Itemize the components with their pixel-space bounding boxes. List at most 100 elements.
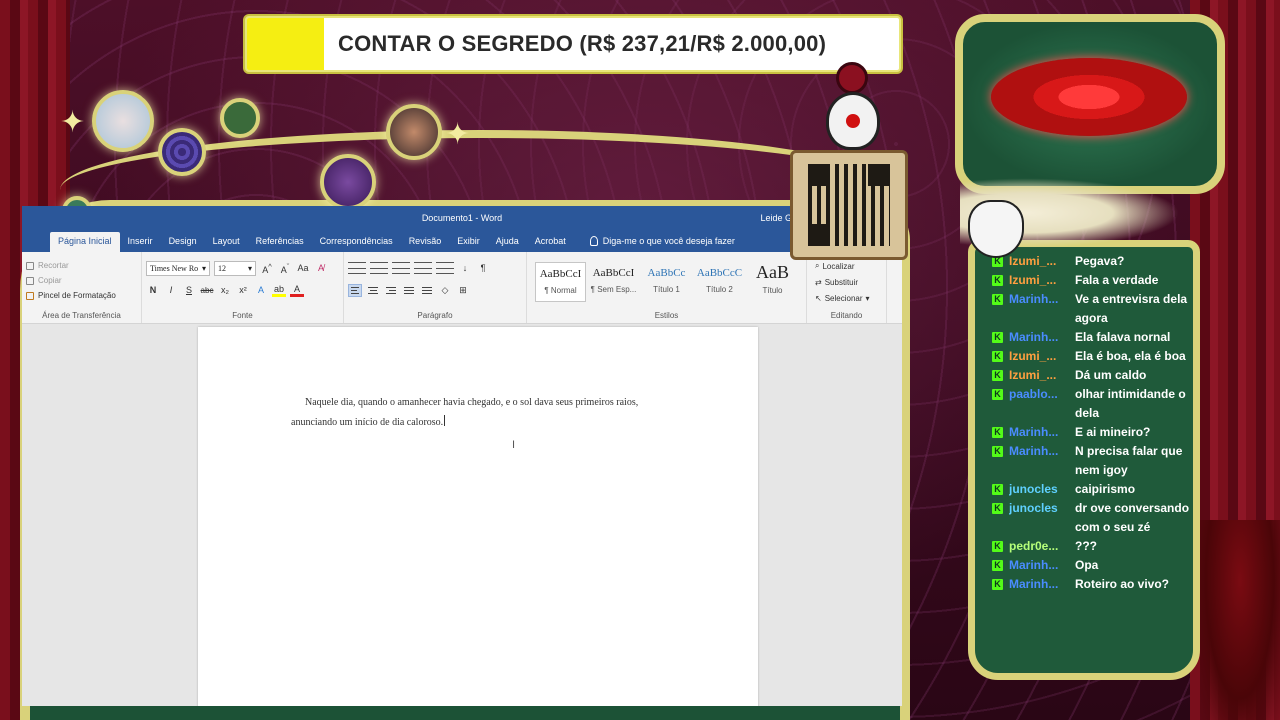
- highlight-button[interactable]: ab: [272, 284, 286, 297]
- i-beam-cursor-icon: I: [512, 439, 516, 451]
- find-button[interactable]: ⌕ Localizar: [815, 258, 882, 274]
- change-case-button[interactable]: Aa: [296, 263, 310, 273]
- chat-username[interactable]: Marinh...: [1009, 290, 1075, 328]
- mascot-hat: [836, 62, 868, 94]
- chat-username[interactable]: paablo...: [1009, 385, 1075, 423]
- align-center-button[interactable]: [366, 284, 380, 297]
- kick-badge-icon: K: [992, 370, 1003, 381]
- document-page[interactable]: Naquele dia, quando o amanhecer havia ch…: [198, 327, 758, 706]
- chat-message: K Izumi_... Ela é boa, ela é boa: [992, 347, 1192, 366]
- tab-view[interactable]: Exibir: [449, 232, 488, 252]
- clipboard-group: Recortar Copiar Pincel de Formatação Áre…: [22, 252, 142, 323]
- subscript-button[interactable]: x₂: [218, 285, 232, 295]
- chat-username[interactable]: Marinh...: [1009, 423, 1075, 442]
- tab-acrobat[interactable]: Acrobat: [527, 232, 574, 252]
- chat-username[interactable]: Izumi_...: [1009, 252, 1075, 271]
- justify-button[interactable]: [402, 284, 416, 297]
- chat-message: K Marinh... Roteiro ao vivo?: [992, 575, 1192, 594]
- text-caret: [444, 415, 446, 426]
- increase-indent-button[interactable]: [436, 262, 454, 274]
- style-name: ¶ Sem Esp...: [590, 285, 637, 294]
- superscript-button[interactable]: x²: [236, 285, 250, 295]
- document-text: Naquele dia, quando o amanhecer havia ch…: [291, 397, 639, 428]
- chat-message-text: Roteiro ao vivo?: [1075, 577, 1170, 591]
- kick-badge-icon: K: [992, 427, 1003, 438]
- multilevel-list-button[interactable]: [392, 262, 410, 274]
- chat-message: Kjunocles caipirismo: [992, 480, 1192, 499]
- grow-font-button[interactable]: A^: [260, 262, 274, 275]
- chat-username[interactable]: Marinh...: [1009, 442, 1075, 480]
- select-button[interactable]: ↖ Selecionar ▾: [815, 290, 882, 306]
- tab-design[interactable]: Design: [161, 232, 205, 252]
- bold-button[interactable]: N: [146, 285, 160, 295]
- line-spacing-button[interactable]: [420, 284, 434, 297]
- replace-button[interactable]: ⇄ Substituir: [815, 274, 882, 290]
- replace-icon: ⇄: [815, 277, 822, 287]
- chat-message-text: caipirismo: [1075, 482, 1136, 496]
- style-normal[interactable]: AaBbCcI ¶ Normal: [535, 262, 586, 302]
- tab-review[interactable]: Revisão: [401, 232, 450, 252]
- align-right-button[interactable]: [384, 284, 398, 297]
- tab-insert[interactable]: Inserir: [120, 232, 161, 252]
- tab-mailings[interactable]: Correspondências: [312, 232, 401, 252]
- chat-username[interactable]: Izumi_...: [1009, 347, 1075, 366]
- chat-username[interactable]: Izumi_...: [1009, 366, 1075, 385]
- shrink-font-button[interactable]: Aˇ: [278, 262, 292, 275]
- italic-button[interactable]: I: [164, 285, 178, 295]
- bullets-button[interactable]: [348, 262, 366, 274]
- style-heading-1[interactable]: AaBbCc Título 1: [641, 262, 692, 302]
- format-painter-button[interactable]: Pincel de Formatação: [26, 288, 137, 303]
- window-title: Documento1 - Word: [421, 213, 503, 223]
- kick-badge-icon: K: [992, 446, 1003, 457]
- kick-badge-icon: K: [992, 560, 1003, 571]
- chat-username[interactable]: Marinh...: [1009, 575, 1075, 594]
- replace-label: Substituir: [824, 277, 859, 287]
- shading-icon[interactable]: ◇: [438, 285, 452, 296]
- font-size-select[interactable]: 12 ▾: [214, 260, 256, 276]
- chat-message-text: Ela falava nornal: [1075, 330, 1171, 344]
- chat-message-text: dr ove conversando com o seu zé: [1075, 501, 1190, 534]
- chat-message: K Izumi_... Fala a verdade: [992, 271, 1192, 290]
- villain-face: [968, 200, 1024, 258]
- tell-me-box[interactable]: Diga-me o que você deseja fazer: [582, 232, 743, 252]
- decrease-indent-button[interactable]: [414, 262, 432, 274]
- document-body[interactable]: Naquele dia, quando o amanhecer havia ch…: [291, 393, 671, 433]
- underline-button[interactable]: S: [182, 285, 196, 295]
- copy-button[interactable]: Copiar: [26, 273, 137, 288]
- chat-message: Kjunocles dr ove conversando com o seu zé: [992, 499, 1192, 537]
- cut-button[interactable]: Recortar: [26, 258, 137, 273]
- font-name-select[interactable]: Times New Ro ▾: [146, 260, 210, 276]
- sort-icon[interactable]: ↓: [458, 263, 472, 273]
- document-area: Naquele dia, quando o amanhecer havia ch…: [22, 324, 902, 706]
- chat-username[interactable]: Marinh...: [1009, 556, 1075, 575]
- chat-message-text: Ve a entrevisra dela agora: [1075, 292, 1188, 325]
- font-color-button[interactable]: A: [290, 284, 304, 297]
- borders-icon[interactable]: ⊞: [456, 285, 470, 296]
- tab-home[interactable]: Página Inicial: [50, 232, 120, 252]
- style-sample: AaBbCcI: [539, 268, 582, 280]
- paragraph-group-label: Parágrafo: [417, 311, 453, 320]
- chat-username[interactable]: junocles: [1009, 499, 1075, 537]
- chat-message-text: Pegava?: [1075, 254, 1125, 268]
- tab-references[interactable]: Referências: [248, 232, 312, 252]
- style-sample: AaBbCc: [647, 267, 686, 279]
- chat-list: K Izumi_... Pegava? K Izumi_... Fala a verdad…: [992, 252, 1192, 594]
- strikethrough-button[interactable]: abc: [200, 286, 214, 295]
- style-heading-2[interactable]: AaBbCcC Título 2: [694, 262, 745, 302]
- pilcrow-icon[interactable]: ¶: [476, 263, 490, 273]
- style-no-spacing[interactable]: AaBbCcI ¶ Sem Esp...: [588, 262, 639, 302]
- paintbrush-icon: [26, 291, 34, 300]
- chat-username[interactable]: pedr0e...: [1009, 537, 1075, 556]
- chat-username[interactable]: Izumi_...: [1009, 271, 1075, 290]
- numbering-button[interactable]: [370, 262, 388, 274]
- tab-help[interactable]: Ajuda: [488, 232, 527, 252]
- chat-username[interactable]: junocles: [1009, 480, 1075, 499]
- text-effects-button[interactable]: A: [254, 285, 268, 295]
- kick-badge-icon: K: [992, 332, 1003, 343]
- clear-formatting-icon[interactable]: A̸: [314, 263, 328, 273]
- tab-layout[interactable]: Layout: [205, 232, 248, 252]
- ribbon: Recortar Copiar Pincel de Formatação Áre…: [22, 252, 902, 324]
- align-left-button[interactable]: [348, 283, 362, 297]
- style-title[interactable]: AaB Título: [747, 262, 798, 302]
- chat-username[interactable]: Marinh...: [1009, 328, 1075, 347]
